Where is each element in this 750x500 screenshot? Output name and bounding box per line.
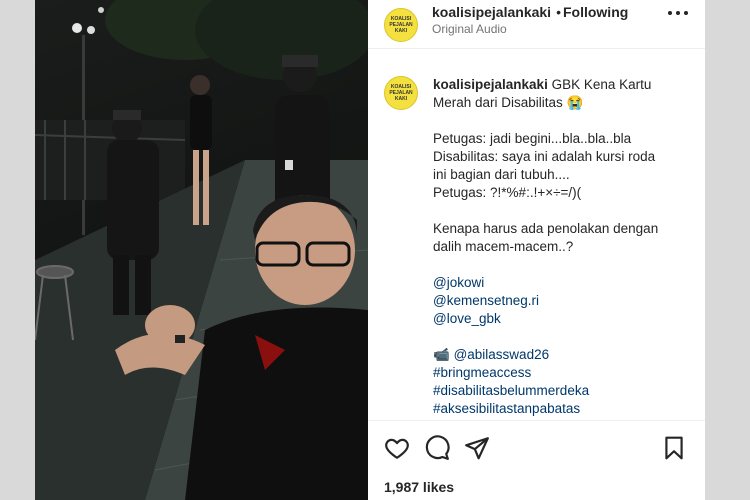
header-user-line: koalisipejalankaki • Following xyxy=(432,4,628,20)
caption-area[interactable]: KOALISI PEJALAN KAKI koalisipejalankaki … xyxy=(368,60,705,420)
video-frame-illustration xyxy=(35,0,368,500)
share-icon[interactable] xyxy=(464,435,492,463)
account-avatar[interactable]: KOALISI PEJALAN KAKI xyxy=(384,8,418,42)
mention-link[interactable]: @love_gbk xyxy=(433,311,501,326)
camera-emoji: 📹 xyxy=(433,347,450,362)
post-video[interactable] xyxy=(35,0,368,500)
more-options-icon[interactable] xyxy=(667,10,689,16)
bookmark-icon[interactable] xyxy=(661,435,689,463)
instagram-post: KOALISI PEJALAN KAKI koalisipejalankaki •… xyxy=(35,0,705,500)
caption-avatar[interactable]: KOALISI PEJALAN KAKI xyxy=(384,76,418,110)
hashtag-link[interactable]: #aksesibilitastanpabatas xyxy=(433,401,580,416)
comment-icon[interactable] xyxy=(424,435,452,463)
following-button[interactable]: Following xyxy=(563,4,628,20)
separator-dot: • xyxy=(556,4,561,20)
hashtag-link[interactable]: #disabilitasbelummerdeka xyxy=(433,383,589,398)
mention-link[interactable]: @jokowi xyxy=(433,275,484,290)
caption-body: GBK Kena Kartu Merah dari Disabilitas 😭 … xyxy=(433,77,659,254)
hashtag-link[interactable]: #bringmeaccess xyxy=(433,365,531,380)
credit-mention-link[interactable]: @abilasswad26 xyxy=(454,347,550,362)
likes-count[interactable]: 1,987 likes xyxy=(384,479,454,495)
post-header: KOALISI PEJALAN KAKI koalisipejalankaki •… xyxy=(368,0,705,49)
caption-text: koalisipejalankaki GBK Kena Kartu Merah … xyxy=(433,76,663,418)
action-bar: 1,987 likes xyxy=(368,420,705,500)
post-side-panel: KOALISI PEJALAN KAKI koalisipejalankaki •… xyxy=(368,0,705,500)
mention-link[interactable]: @kemensetneg.ri xyxy=(433,293,539,308)
avatar-text-line: KAKI xyxy=(394,96,408,102)
audio-link[interactable]: Original Audio xyxy=(432,22,507,36)
avatar-text-line: KAKI xyxy=(394,28,408,34)
account-username-link[interactable]: koalisipejalankaki xyxy=(432,4,551,20)
caption-username-link[interactable]: koalisipejalankaki xyxy=(433,77,548,92)
heart-icon[interactable] xyxy=(384,435,412,463)
